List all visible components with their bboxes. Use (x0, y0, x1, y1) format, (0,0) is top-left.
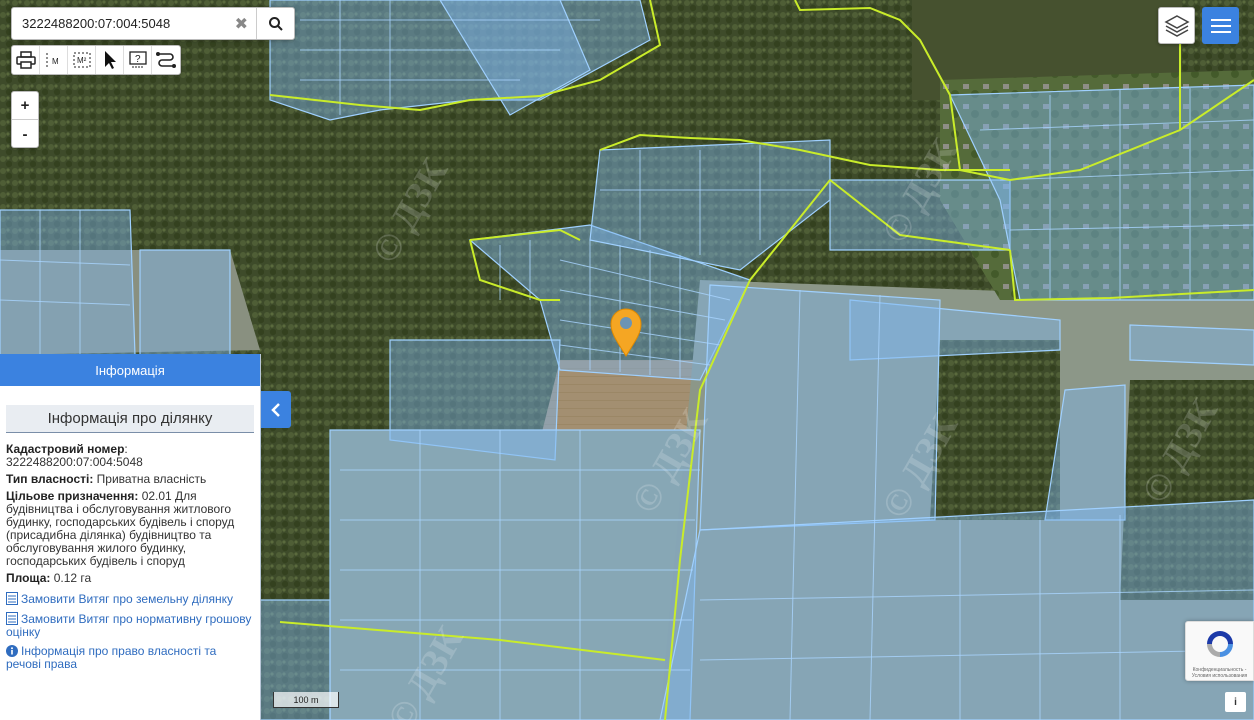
cadastral-value: 3222488200:07:004:5048 (6, 455, 143, 469)
svg-text:M²: M² (77, 56, 87, 65)
layers-icon (1163, 14, 1190, 37)
recaptcha-logo-icon (1206, 631, 1233, 657)
ownership-label: Тип власності: (6, 472, 94, 486)
menu-button[interactable] (1202, 7, 1239, 44)
magnifier-icon (268, 16, 283, 31)
svg-text:?: ? (135, 54, 141, 65)
order-land-extract-label: Замовити Витяг про земельну ділянку (21, 592, 234, 606)
zoom-control: + - (11, 91, 39, 148)
recaptcha-text: Конфиденциальность - Условия использован… (1191, 667, 1248, 679)
hamburger-menu-icon (1210, 18, 1231, 33)
document-icon (6, 612, 18, 625)
area-value: 0.12 га (53, 571, 92, 585)
close-icon[interactable]: ✖ (226, 8, 256, 39)
print-icon (15, 51, 36, 69)
help-icon: ? (128, 51, 147, 68)
order-valuation-extract-link[interactable]: Замовити Витяг про нормативну грошову оц… (6, 612, 254, 639)
info-circle-icon (6, 645, 18, 657)
zoom-out-button[interactable]: - (12, 120, 38, 148)
measure-length-icon: M (46, 53, 59, 67)
svg-text:M: M (52, 57, 59, 66)
purpose-row: Цільове призначення: 02.01 Для будівницт… (6, 490, 254, 568)
section-title: Інформація про ділянку (6, 405, 254, 433)
order-land-extract-link[interactable]: Замовити Витяг про земельну ділянку (6, 592, 254, 606)
ownership-rights-info-label: Інформація про право власності та речові… (6, 644, 217, 671)
map-app: © ДЗК © ДЗК © ДЗК © ДЗК © ДЗК © ДЗК ✖ M … (0, 0, 1254, 720)
select-cursor-button[interactable] (96, 46, 124, 74)
document-icon (6, 592, 18, 605)
order-valuation-extract-label: Замовити Витяг про нормативну грошову оц… (6, 612, 252, 639)
info-panel-header: Інформація (0, 354, 260, 386)
cadastral-number-row: Кадастровий номер: 3222488200:07:004:504… (6, 442, 143, 469)
print-button[interactable] (12, 46, 40, 74)
zoom-in-button[interactable]: + (12, 92, 38, 120)
info-panel: Інформація Інформація про ділянку Кадаст… (0, 354, 261, 720)
route-icon (156, 52, 176, 68)
purpose-label: Цільове призначення: (6, 489, 139, 503)
ownership-rights-info-link[interactable]: Інформація про право власності та речові… (6, 645, 254, 671)
cadastral-label: Кадастровий номер (6, 442, 125, 456)
area-label: Площа: (6, 571, 51, 585)
attribution-button[interactable]: i (1225, 692, 1246, 712)
scale-bar: 100 m (273, 692, 339, 708)
info-panel-body: Інформація про ділянку Кадастровий номер… (0, 386, 260, 671)
route-button[interactable] (152, 46, 180, 74)
search-button[interactable] (256, 8, 294, 39)
measure-area-icon: M² (73, 52, 90, 68)
recaptcha-badge[interactable]: Конфиденциальность - Условия использован… (1185, 621, 1254, 681)
chevron-left-icon (271, 402, 280, 417)
toolbar: M M² ? (11, 45, 181, 75)
layers-button[interactable] (1158, 7, 1195, 44)
ownership-row: Тип власності: Приватна власність (6, 473, 254, 486)
measure-area-button[interactable]: M² (68, 46, 96, 74)
measure-length-button[interactable]: M (40, 46, 68, 74)
search-input[interactable] (12, 8, 227, 39)
help-button[interactable]: ? (124, 46, 152, 74)
collapse-panel-button[interactable] (261, 391, 291, 428)
search-box: ✖ (11, 7, 295, 40)
select-cursor-icon (104, 51, 116, 69)
ownership-value: Приватна власність (96, 472, 207, 486)
area-row: Площа: 0.12 га (6, 572, 254, 585)
